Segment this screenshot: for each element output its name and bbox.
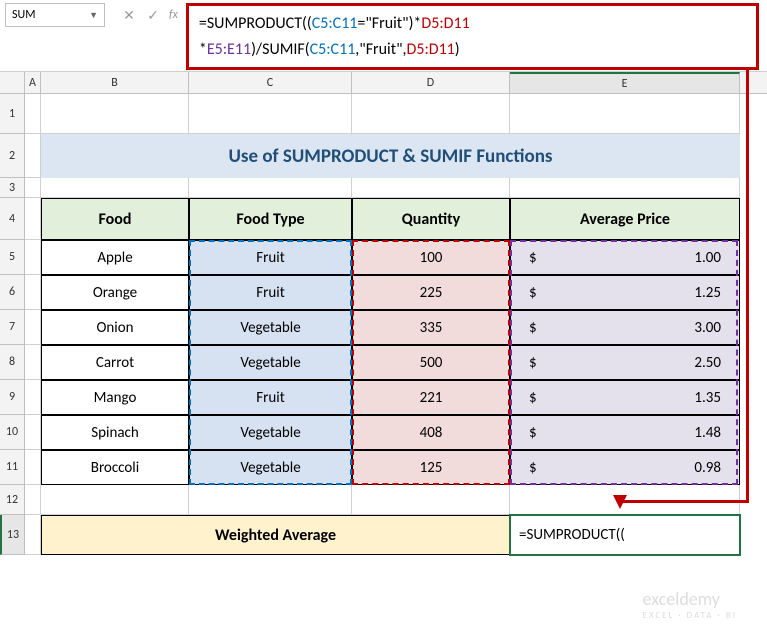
weighted-average-label[interactable]: Weighted Average (41, 515, 510, 555)
cancel-formula-icon[interactable]: ✕ (117, 3, 141, 27)
cell-price[interactable]: $1.35 (510, 380, 740, 415)
cell-price[interactable]: $3.00 (510, 310, 740, 345)
table-row: SpinachVegetable408$1.48 (25, 415, 740, 450)
spreadsheet-grid: A B C D E 1 2 3 4 5 6 7 8 9 10 11 12 13 … (0, 72, 767, 555)
cell-food[interactable]: Onion (41, 310, 189, 345)
cell-type[interactable]: Vegetable (189, 450, 352, 485)
cell-type[interactable]: Vegetable (189, 415, 352, 450)
cell-qty[interactable]: 500 (352, 345, 510, 380)
table-row: BroccoliVegetable125$0.98 (25, 450, 740, 485)
cell-qty[interactable]: 100 (352, 240, 510, 275)
table-row: CarrotVegetable500$2.50 (25, 345, 740, 380)
cell-price[interactable]: $2.50 (510, 345, 740, 380)
cell-type[interactable]: Fruit (189, 240, 352, 275)
weighted-average-entry: =SUMPRODUCT(( (519, 526, 625, 544)
row-header-2[interactable]: 2 (0, 134, 24, 178)
watermark: exceldemy EXCEL · DATA · BI (643, 588, 737, 621)
cell-food[interactable]: Broccoli (41, 450, 189, 485)
select-all-corner[interactable] (0, 72, 25, 93)
cell-price[interactable]: $1.25 (510, 275, 740, 310)
row-header-7[interactable]: 7 (0, 310, 24, 345)
name-box-value: SUM (12, 8, 35, 22)
accept-formula-icon[interactable]: ✓ (141, 3, 165, 27)
cell-food[interactable]: Mango (41, 380, 189, 415)
table-row: OnionVegetable335$3.00 (25, 310, 740, 345)
row-header-13[interactable]: 13 (0, 515, 24, 555)
row-headers: 1 2 3 4 5 6 7 8 9 10 11 12 13 (0, 94, 25, 555)
formula-bar-input[interactable]: =SUMPRODUCT((C5:C11="Fruit")*D5:D11*E5:E… (199, 11, 746, 62)
cell-price[interactable]: $1.48 (510, 415, 740, 450)
row-header-6[interactable]: 6 (0, 275, 24, 310)
col-header-D[interactable]: D (352, 72, 510, 93)
col-header-B[interactable]: B (41, 72, 189, 93)
formula-controls: ✕ ✓ fx (117, 3, 178, 27)
table-header-price[interactable]: Average Price (510, 198, 740, 240)
cell-qty[interactable]: 408 (352, 415, 510, 450)
row-header-10[interactable]: 10 (0, 415, 24, 450)
row-header-3[interactable]: 3 (0, 178, 24, 198)
table-header-type[interactable]: Food Type (189, 198, 352, 240)
formula-bar-highlight: =SUMPRODUCT((C5:C11="Fruit")*D5:D11*E5:E… (186, 3, 759, 70)
table-header-food[interactable]: Food (41, 198, 189, 240)
cell-price[interactable]: $1.00 (510, 240, 740, 275)
cell-food[interactable]: Spinach (41, 415, 189, 450)
fx-icon[interactable]: fx (169, 8, 178, 22)
sheet-title[interactable]: Use of SUMPRODUCT & SUMIF Functions (41, 134, 740, 178)
formula-bar-area: SUM ▼ ✕ ✓ fx =SUMPRODUCT((C5:C11="Fruit"… (0, 0, 767, 72)
row-header-1[interactable]: 1 (0, 94, 24, 134)
cell-qty[interactable]: 221 (352, 380, 510, 415)
table-row: OrangeFruit225$1.25 (25, 275, 740, 310)
cell-type[interactable]: Vegetable (189, 310, 352, 345)
table-row: AppleFruit100$1.00 (25, 240, 740, 275)
col-header-E[interactable]: E (510, 72, 740, 93)
cell-qty[interactable]: 225 (352, 275, 510, 310)
cells-area: Use of SUMPRODUCT & SUMIF Functions Food… (25, 94, 740, 555)
cell-type[interactable]: Vegetable (189, 345, 352, 380)
name-box-dropdown-icon[interactable]: ▼ (89, 10, 98, 21)
cell-qty[interactable]: 335 (352, 310, 510, 345)
cell-food[interactable]: Apple (41, 240, 189, 275)
col-header-C[interactable]: C (189, 72, 352, 93)
row-header-5[interactable]: 5 (0, 240, 24, 275)
row-header-8[interactable]: 8 (0, 345, 24, 380)
cell-price[interactable]: $0.98 (510, 450, 740, 485)
cell-type[interactable]: Fruit (189, 275, 352, 310)
name-box[interactable]: SUM ▼ (5, 3, 105, 27)
table-row: MangoFruit221$1.35 (25, 380, 740, 415)
table-header-qty[interactable]: Quantity (352, 198, 510, 240)
row-header-4[interactable]: 4 (0, 198, 24, 240)
weighted-average-cell[interactable]: =SUMPRODUCT(( (510, 515, 740, 555)
column-headers: A B C D E (0, 72, 767, 94)
row-header-9[interactable]: 9 (0, 380, 24, 415)
cell-food[interactable]: Carrot (41, 345, 189, 380)
cell-food[interactable]: Orange (41, 275, 189, 310)
col-header-A[interactable]: A (25, 72, 41, 93)
cell-qty[interactable]: 125 (352, 450, 510, 485)
row-header-12[interactable]: 12 (0, 485, 24, 515)
row-header-11[interactable]: 11 (0, 450, 24, 485)
cell-type[interactable]: Fruit (189, 380, 352, 415)
